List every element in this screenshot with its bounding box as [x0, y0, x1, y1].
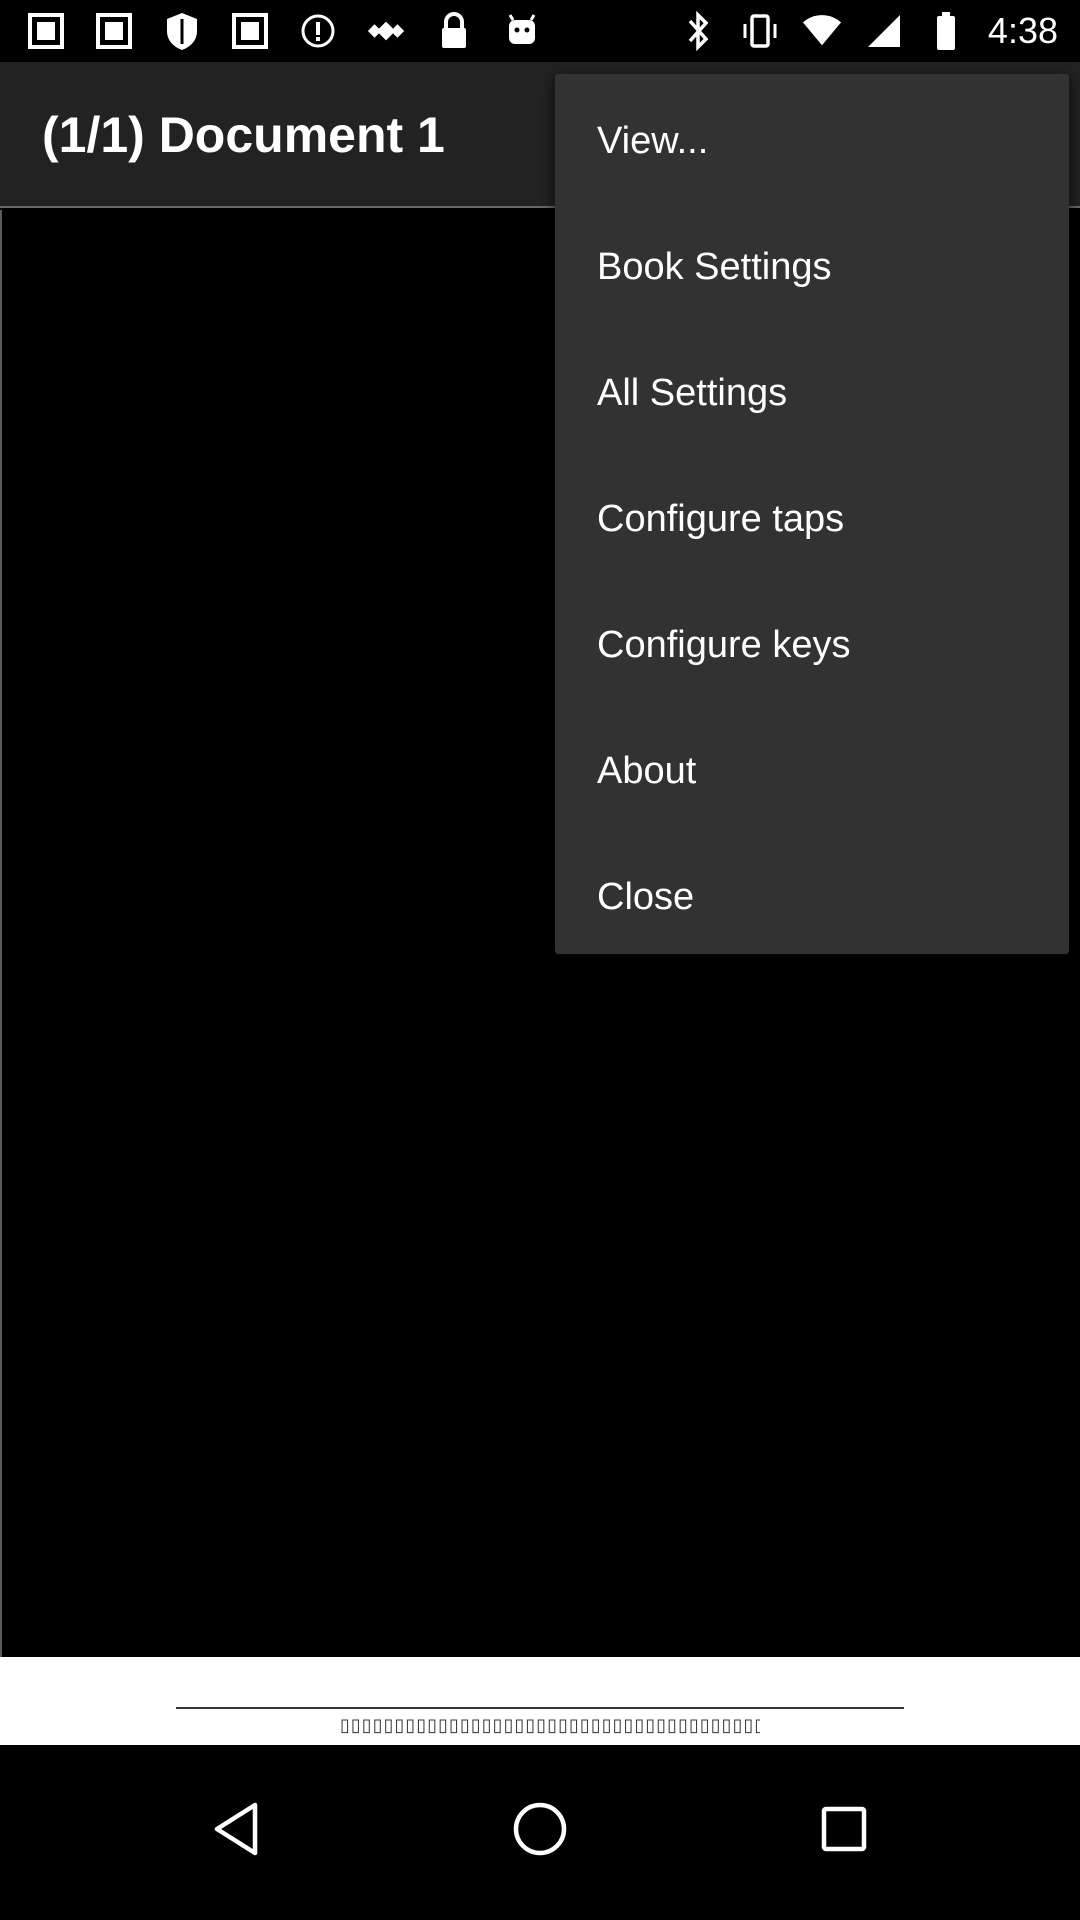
document-title: (1/1) Document 1	[42, 107, 445, 163]
back-icon	[211, 1801, 261, 1862]
page-footer: ▯▯▯▯▯▯▯▯▯▯▯▯▯▯▯▯▯▯▯▯▯▯▯▯▯▯▯▯▯▯▯▯▯▯▯▯▯▯▯▯…	[0, 1657, 1080, 1745]
fake-gps-icon	[366, 11, 406, 51]
lock-icon	[434, 11, 474, 51]
wifi-icon	[802, 11, 842, 51]
vibrate-icon	[740, 11, 780, 51]
home-button[interactable]	[500, 1791, 580, 1871]
menu-item-book-settings[interactable]: Book Settings	[555, 204, 1069, 330]
status-left-icons	[26, 10, 542, 52]
screen: 4:38 (1/1) Document 1 ▯▯▯▯▯▯▯▯▯▯▯▯▯▯▯▯▯▯…	[0, 0, 1080, 1920]
menu-item-close[interactable]: Close	[555, 834, 1069, 960]
status-bar: 4:38	[0, 0, 1080, 62]
menu-item-configure-keys[interactable]: Configure keys	[555, 582, 1069, 708]
info-icon	[298, 11, 338, 51]
menu-item-configure-taps[interactable]: Configure taps	[555, 456, 1069, 582]
menu-item-about[interactable]: About	[555, 708, 1069, 834]
status-right-icons: 4:38	[678, 10, 1058, 52]
bluetooth-icon	[678, 11, 718, 51]
status-time: 4:38	[987, 10, 1058, 51]
android-icon	[502, 11, 542, 51]
home-icon	[512, 1801, 568, 1862]
image-icon	[94, 11, 134, 51]
menu-item-all-settings[interactable]: All Settings	[555, 330, 1069, 456]
menu-item-view[interactable]: View...	[555, 78, 1069, 204]
footer-divider	[176, 1707, 904, 1709]
recents-button[interactable]	[804, 1791, 884, 1871]
shield-icon	[162, 11, 202, 51]
back-button[interactable]	[196, 1791, 276, 1871]
recents-icon	[820, 1805, 868, 1858]
image-icon	[230, 11, 270, 51]
overflow-menu: View... Book Settings All Settings Confi…	[555, 74, 1069, 954]
signal-icon	[864, 11, 904, 51]
battery-icon	[926, 11, 966, 51]
footer-text: ▯▯▯▯▯▯▯▯▯▯▯▯▯▯▯▯▯▯▯▯▯▯▯▯▯▯▯▯▯▯▯▯▯▯▯▯▯▯▯▯…	[340, 1715, 760, 1735]
image-icon	[26, 11, 66, 51]
navigation-bar	[0, 1745, 1080, 1920]
